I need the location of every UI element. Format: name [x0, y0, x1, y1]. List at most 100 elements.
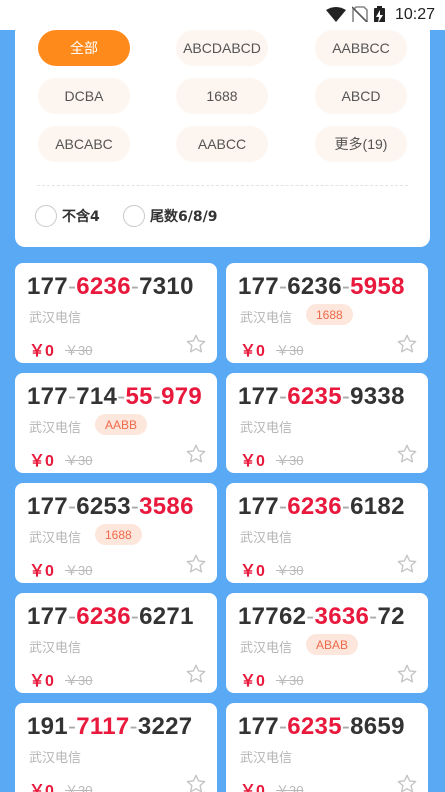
number-segment: 177 — [238, 713, 279, 740]
number-segment: 6182 — [350, 493, 405, 520]
number-segment: 55 — [125, 383, 153, 410]
favorite-star-icon[interactable] — [396, 443, 418, 465]
original-price: ￥30 — [276, 783, 304, 792]
favorite-star-icon[interactable] — [396, 773, 418, 792]
favorite-star-icon[interactable] — [185, 553, 207, 575]
option-label: 不含4 — [62, 209, 100, 225]
number-segment: 9338 — [350, 383, 405, 410]
number-separator: - — [341, 713, 351, 740]
number-separator: - — [129, 713, 138, 740]
favorite-star-icon[interactable] — [396, 333, 418, 355]
carrier-label: 武汉电信 — [240, 311, 293, 326]
carrier-label: 武汉电信 — [29, 311, 82, 326]
number-separator: - — [341, 493, 351, 520]
carrier-label: 武汉电信 — [240, 641, 293, 656]
phone-number: 177-6236-6271 — [27, 603, 194, 631]
number-card[interactable]: 177-6236-5958 武汉电信 1688 ￥0 ￥30 — [226, 263, 428, 363]
phone-number: 177-6253-3586 — [27, 493, 194, 521]
number-card[interactable]: 177-6235-9338 武汉电信 ￥0 ￥30 — [226, 373, 428, 473]
number-card[interactable]: 191-7117-3227 武汉电信 ￥0 ￥30 — [15, 703, 217, 792]
number-separator: - — [130, 273, 140, 300]
phone-number: 177-6236-7310 — [27, 273, 194, 301]
original-price: ￥30 — [65, 453, 93, 468]
price: ￥0 — [29, 453, 54, 470]
original-price: ￥30 — [276, 453, 304, 468]
number-separator: - — [67, 603, 77, 630]
number-card[interactable]: 177-6235-8659 武汉电信 ￥0 ￥30 — [226, 703, 428, 792]
carrier-label: 武汉电信 — [29, 421, 82, 436]
price: ￥0 — [240, 453, 265, 470]
filter-tag-all[interactable]: 全部 — [38, 30, 130, 66]
number-segment: 3227 — [137, 713, 193, 740]
phone-number: 177-6236-5958 — [238, 273, 405, 301]
phone-number: 177-6236-6182 — [238, 493, 405, 521]
radio-button[interactable] — [35, 205, 57, 227]
phone-number: 17762-3636-72 — [238, 603, 405, 631]
price: ￥0 — [29, 673, 54, 690]
original-price: ￥30 — [276, 563, 304, 578]
number-segment: 177 — [27, 273, 68, 300]
favorite-star-icon[interactable] — [185, 663, 207, 685]
number-card[interactable]: 177-6253-3586 武汉电信 1688 ￥0 ￥30 — [15, 483, 217, 583]
favorite-star-icon[interactable] — [185, 333, 207, 355]
number-separator: - — [67, 493, 77, 520]
filter-tag-more[interactable]: 更多(19) — [315, 126, 407, 162]
original-price: ￥30 — [65, 783, 93, 792]
filter-tag-1688[interactable]: 1688 — [176, 78, 268, 114]
favorite-star-icon[interactable] — [396, 553, 418, 575]
option-tail-689[interactable]: 尾数6/8/9 — [123, 205, 217, 227]
number-segment: 177 — [27, 603, 68, 630]
number-segment: 3586 — [139, 493, 194, 520]
number-separator: - — [67, 273, 77, 300]
number-segment: 177 — [238, 273, 279, 300]
number-card[interactable]: 17762-3636-72 武汉电信 ABAB ￥0 ￥30 — [226, 593, 428, 693]
number-separator: - — [278, 273, 288, 300]
filter-tag-aabbcc[interactable]: AABBCC — [315, 30, 407, 66]
favorite-star-icon[interactable] — [185, 773, 207, 792]
original-price: ￥30 — [276, 343, 304, 358]
number-card[interactable]: 177-6236-6182 武汉电信 ￥0 ￥30 — [226, 483, 428, 583]
phone-number: 191-7117-3227 — [27, 713, 192, 741]
favorite-star-icon[interactable] — [185, 443, 207, 465]
carrier-label: 武汉电信 — [240, 421, 293, 436]
number-segment: 5958 — [350, 273, 405, 300]
divider — [37, 185, 408, 186]
number-segment: 8659 — [350, 713, 405, 740]
number-card[interactable]: 177-714-55-979 武汉电信 AABB ￥0 ￥30 — [15, 373, 217, 473]
number-card[interactable]: 177-6236-6271 武汉电信 ￥0 ￥30 — [15, 593, 217, 693]
number-segment: 177 — [27, 493, 68, 520]
carrier-label: 武汉电信 — [29, 531, 82, 546]
price: ￥0 — [240, 563, 265, 580]
number-separator: - — [341, 383, 351, 410]
filter-tag-abcd[interactable]: ABCD — [315, 78, 407, 114]
filter-tag-abcdabcd[interactable]: ABCDABCD — [176, 30, 268, 66]
number-segment: 7117 — [76, 713, 130, 740]
number-separator: - — [278, 713, 288, 740]
price: ￥0 — [240, 673, 265, 690]
radio-button[interactable] — [123, 205, 145, 227]
number-segment: 177 — [238, 383, 279, 410]
number-segment: 177 — [238, 493, 279, 520]
number-segment: 177 — [27, 383, 68, 410]
phone-number: 177-6235-9338 — [238, 383, 405, 411]
number-segment: 191 — [27, 713, 68, 740]
number-segment: 6271 — [139, 603, 194, 630]
filter-tag-dcba[interactable]: DCBA — [38, 78, 130, 114]
filter-tag-abcabc[interactable]: ABCABC — [38, 126, 130, 162]
price: ￥0 — [29, 783, 54, 792]
option-no-four[interactable]: 不含4 — [35, 205, 100, 227]
pattern-badge: 1688 — [95, 524, 142, 545]
carrier-label: 武汉电信 — [240, 531, 293, 546]
phone-number: 177-714-55-979 — [27, 383, 202, 411]
number-separator: - — [67, 713, 77, 740]
carrier-label: 武汉电信 — [29, 751, 82, 766]
number-segment: 6236 — [287, 493, 342, 520]
original-price: ￥30 — [65, 563, 93, 578]
price: ￥0 — [29, 563, 54, 580]
original-price: ￥30 — [276, 673, 304, 688]
number-segment: 979 — [161, 383, 203, 410]
number-card[interactable]: 177-6236-7310 武汉电信 ￥0 ￥30 — [15, 263, 217, 363]
price: ￥0 — [29, 343, 54, 360]
filter-tag-aabcc[interactable]: AABCC — [176, 126, 268, 162]
favorite-star-icon[interactable] — [396, 663, 418, 685]
